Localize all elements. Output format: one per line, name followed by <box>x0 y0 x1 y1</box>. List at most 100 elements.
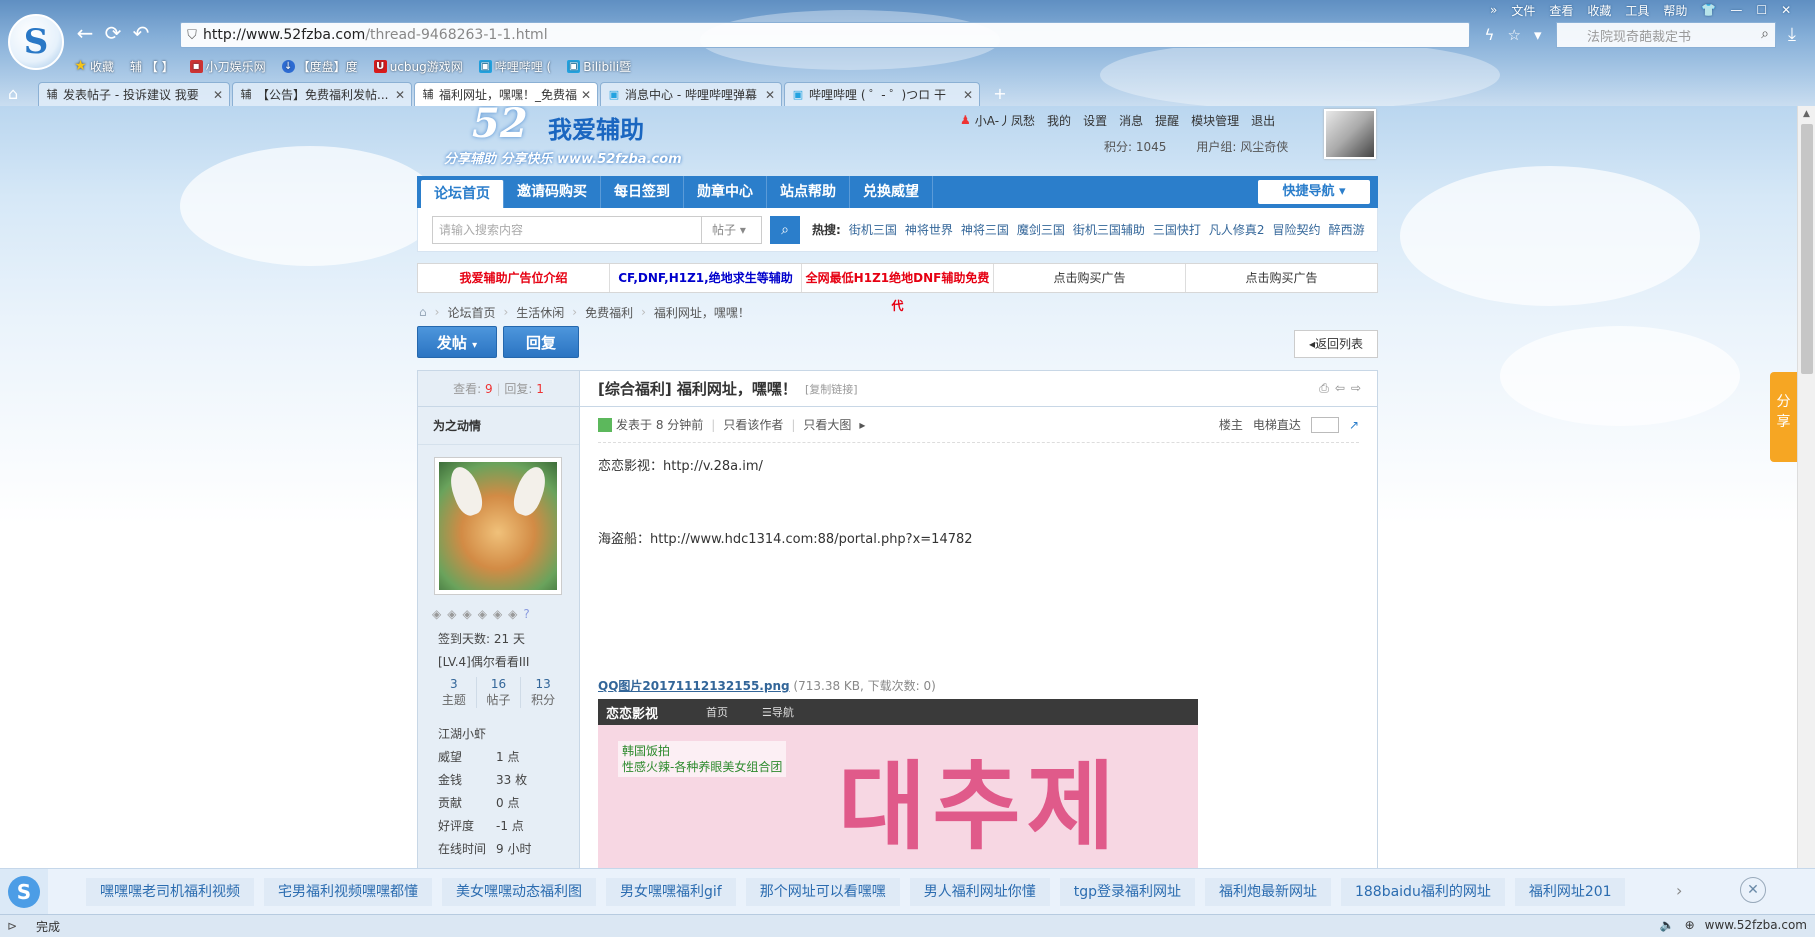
lightning-icon[interactable]: ϟ <box>1485 26 1495 44</box>
logout-link[interactable]: 退出 <box>1251 112 1275 129</box>
tab-close-icon[interactable]: ✕ <box>765 88 775 102</box>
usergroup-link[interactable]: 用户组: 风尘奇侠 <box>1196 138 1288 155</box>
search-button[interactable]: ⌕ <box>770 215 800 244</box>
back-to-list-button[interactable]: ◂返回列表 <box>1294 330 1378 358</box>
vertical-scrollbar[interactable]: ▲ <box>1797 106 1815 868</box>
bottom-link[interactable]: 男人福利网址你懂 <box>909 877 1050 906</box>
tab-close-icon[interactable]: ✕ <box>963 88 973 102</box>
close-icon[interactable]: ✕ <box>1781 3 1791 17</box>
bookmark-item[interactable]: Uucbug游戏网 <box>373 58 463 75</box>
bookmark-item[interactable]: 辅 【 】 <box>130 58 174 75</box>
medal-icon[interactable]: ◈ <box>462 607 471 621</box>
nav-site-help[interactable]: 站点帮助 <box>767 176 850 208</box>
nav-exchange[interactable]: 兑换威望 <box>850 176 933 208</box>
download-icon[interactable]: ⤓ <box>1788 24 1796 45</box>
bottom-link[interactable]: 那个网址可以看嘿嘿 <box>745 877 900 906</box>
scrollbar-thumb[interactable] <box>1801 124 1813 374</box>
bookmark-item[interactable]: ↓ 【度盘】度 <box>281 58 358 75</box>
home-icon[interactable]: ⌂ <box>419 305 427 319</box>
medal-icon[interactable]: ◈ <box>432 607 441 621</box>
my-link[interactable]: 我的 <box>1047 112 1071 129</box>
tab-close-icon[interactable]: ✕ <box>395 88 405 102</box>
undo-icon[interactable]: ↶ <box>128 20 154 46</box>
post-line[interactable]: 恋恋影视：http://v.28a.im/ <box>598 455 763 474</box>
skin-icon[interactable]: 👕 <box>1701 3 1716 17</box>
search-type-select[interactable]: 帖子 ▾ <box>702 215 762 244</box>
ad-link[interactable]: 全网最低H1Z1绝地DNF辅助免费代 <box>802 264 994 313</box>
hot-search-link[interactable]: 街机三国辅助 <box>1073 221 1145 238</box>
new-post-button[interactable]: 发帖 ▾ <box>417 326 497 358</box>
search-icon[interactable]: ⌕ <box>1761 26 1769 42</box>
attachment-image[interactable]: 恋恋影视 首页 ☰导航 대추제 韩国饭拍 性感火辣-各种养眼美女组合团 <box>598 699 1198 868</box>
browser-search-input[interactable]: 法院现奇葩裁定书 ⌕ <box>1556 22 1776 48</box>
big-image-link[interactable]: 只看大图 <box>803 416 851 433</box>
medal-icon[interactable]: ◈ <box>508 607 517 621</box>
reply-button[interactable]: 回复 <box>503 326 579 358</box>
breadcrumb-forum-home[interactable]: 论坛首页 <box>447 304 495 321</box>
favorite-star-icon[interactable]: ☆ <box>1507 26 1520 44</box>
floor-input[interactable] <box>1310 416 1339 433</box>
quick-nav-button[interactable]: 快捷导航 ▾ <box>1258 180 1370 204</box>
username-link[interactable]: 小A-丿凤愁 <box>975 112 1035 129</box>
bottom-link[interactable]: 美女嘿嘿动态福利图 <box>442 877 596 906</box>
copy-link[interactable]: [复制链接] <box>805 381 858 397</box>
tab-close-icon[interactable]: ✕ <box>213 88 223 102</box>
count-topics[interactable]: 3 主题 <box>432 677 477 708</box>
tab-messages[interactable]: ▣ 消息中心 - 哔哩哔哩弹幕 ✕ <box>600 82 782 106</box>
new-tab-button[interactable]: + <box>986 84 1014 104</box>
site-search-input[interactable]: 请输入搜索内容 <box>432 215 702 244</box>
settings-link[interactable]: 设置 <box>1083 112 1107 129</box>
share-button[interactable]: 分享 <box>1770 372 1797 462</box>
count-posts[interactable]: 16 帖子 <box>477 677 522 708</box>
tab-post[interactable]: 辅 发表帖子 - 投诉建议 我要 ✕ <box>38 82 230 106</box>
browser-logo-small[interactable]: S <box>0 868 48 915</box>
scroll-up-icon[interactable]: ▲ <box>1798 106 1815 122</box>
bottom-link[interactable]: 男女嘿嘿福利gif <box>606 877 736 906</box>
breadcrumb-thread[interactable]: 福利网址，嘿嘿！ <box>654 304 750 321</box>
tab-notice[interactable]: 辅 【公告】免费福利发帖... ✕ <box>232 82 412 106</box>
menu-favorites[interactable]: 收藏 <box>1587 2 1611 19</box>
bookmark-item[interactable]: ▪ 小刀娱乐网 <box>189 58 266 75</box>
bottom-link[interactable]: 福利炮最新网址 <box>1204 877 1331 906</box>
chevron-right-icon[interactable]: › <box>1676 881 1682 900</box>
medal-icon[interactable]: ◈ <box>447 607 456 621</box>
hot-search-link[interactable]: 神将三国 <box>961 221 1009 238</box>
post-line[interactable]: 海盗船：http://www.hdc1314.com:88/portal.php… <box>598 528 973 547</box>
ad-link[interactable]: 点击购买广告 <box>994 264 1186 292</box>
hot-search-link[interactable]: 冒险契约 <box>1273 221 1321 238</box>
bookmark-favorites[interactable]: ★ 收藏 <box>74 58 114 75</box>
breadcrumb-life[interactable]: 生活休闲 <box>516 304 564 321</box>
dropdown-icon[interactable]: ▾ <box>1534 26 1542 44</box>
user-level[interactable]: [LV.4]偶尔看看III <box>418 650 579 673</box>
address-bar[interactable]: ⛉ http://www.52fzba.com/thread-9468263-1… <box>180 22 1470 48</box>
help-icon[interactable]: ? <box>523 607 529 621</box>
reminders-link[interactable]: 提醒 <box>1155 112 1179 129</box>
ad-link[interactable]: CF,DNF,H1Z1,绝地求生等辅助 <box>610 264 802 292</box>
menu-file[interactable]: 文件 <box>1511 2 1535 19</box>
nav-daily-signin[interactable]: 每日签到 <box>601 176 684 208</box>
minimize-icon[interactable]: — <box>1730 3 1742 17</box>
attachment-link[interactable]: QQ图片20171112132155.png <box>598 679 790 693</box>
nav-forum-home[interactable]: 论坛首页 <box>421 180 504 208</box>
tab-current[interactable]: 辅 福利网址，嘿嘿！_免费福 ✕ <box>414 82 598 106</box>
menu-more-icon[interactable]: » <box>1490 3 1497 17</box>
go-floor-icon[interactable]: ↗ <box>1349 418 1359 432</box>
count-points[interactable]: 13 积分 <box>521 677 565 708</box>
nav-medals[interactable]: 勋章中心 <box>684 176 767 208</box>
bottom-link[interactable]: 嘿嘿嘿老司机福利视频 <box>86 877 254 906</box>
zoom-icon[interactable]: ⊕ <box>1685 918 1695 932</box>
author-avatar[interactable] <box>434 457 562 595</box>
points-link[interactable]: 积分: 1045 <box>1104 138 1166 155</box>
menu-view[interactable]: 查看 <box>1549 2 1573 19</box>
volume-icon[interactable]: 🔈 <box>1660 918 1675 932</box>
author-name[interactable]: 为之动情 <box>418 407 579 445</box>
next-thread-icon[interactable]: ⇨ <box>1351 381 1361 396</box>
breadcrumb-free-welfare[interactable]: 免费福利 <box>585 304 633 321</box>
user-avatar[interactable] <box>1324 109 1376 159</box>
messages-link[interactable]: 消息 <box>1119 112 1143 129</box>
hot-search-link[interactable]: 凡人修真2 <box>1209 221 1265 238</box>
prev-thread-icon[interactable]: ⇦ <box>1335 381 1345 396</box>
module-manage-link[interactable]: 模块管理 <box>1191 112 1239 129</box>
ad-link[interactable]: 我爱辅助广告位介绍 <box>418 264 610 292</box>
url-text[interactable]: http://www.52fzba.com/thread-9468263-1-1… <box>203 27 548 43</box>
